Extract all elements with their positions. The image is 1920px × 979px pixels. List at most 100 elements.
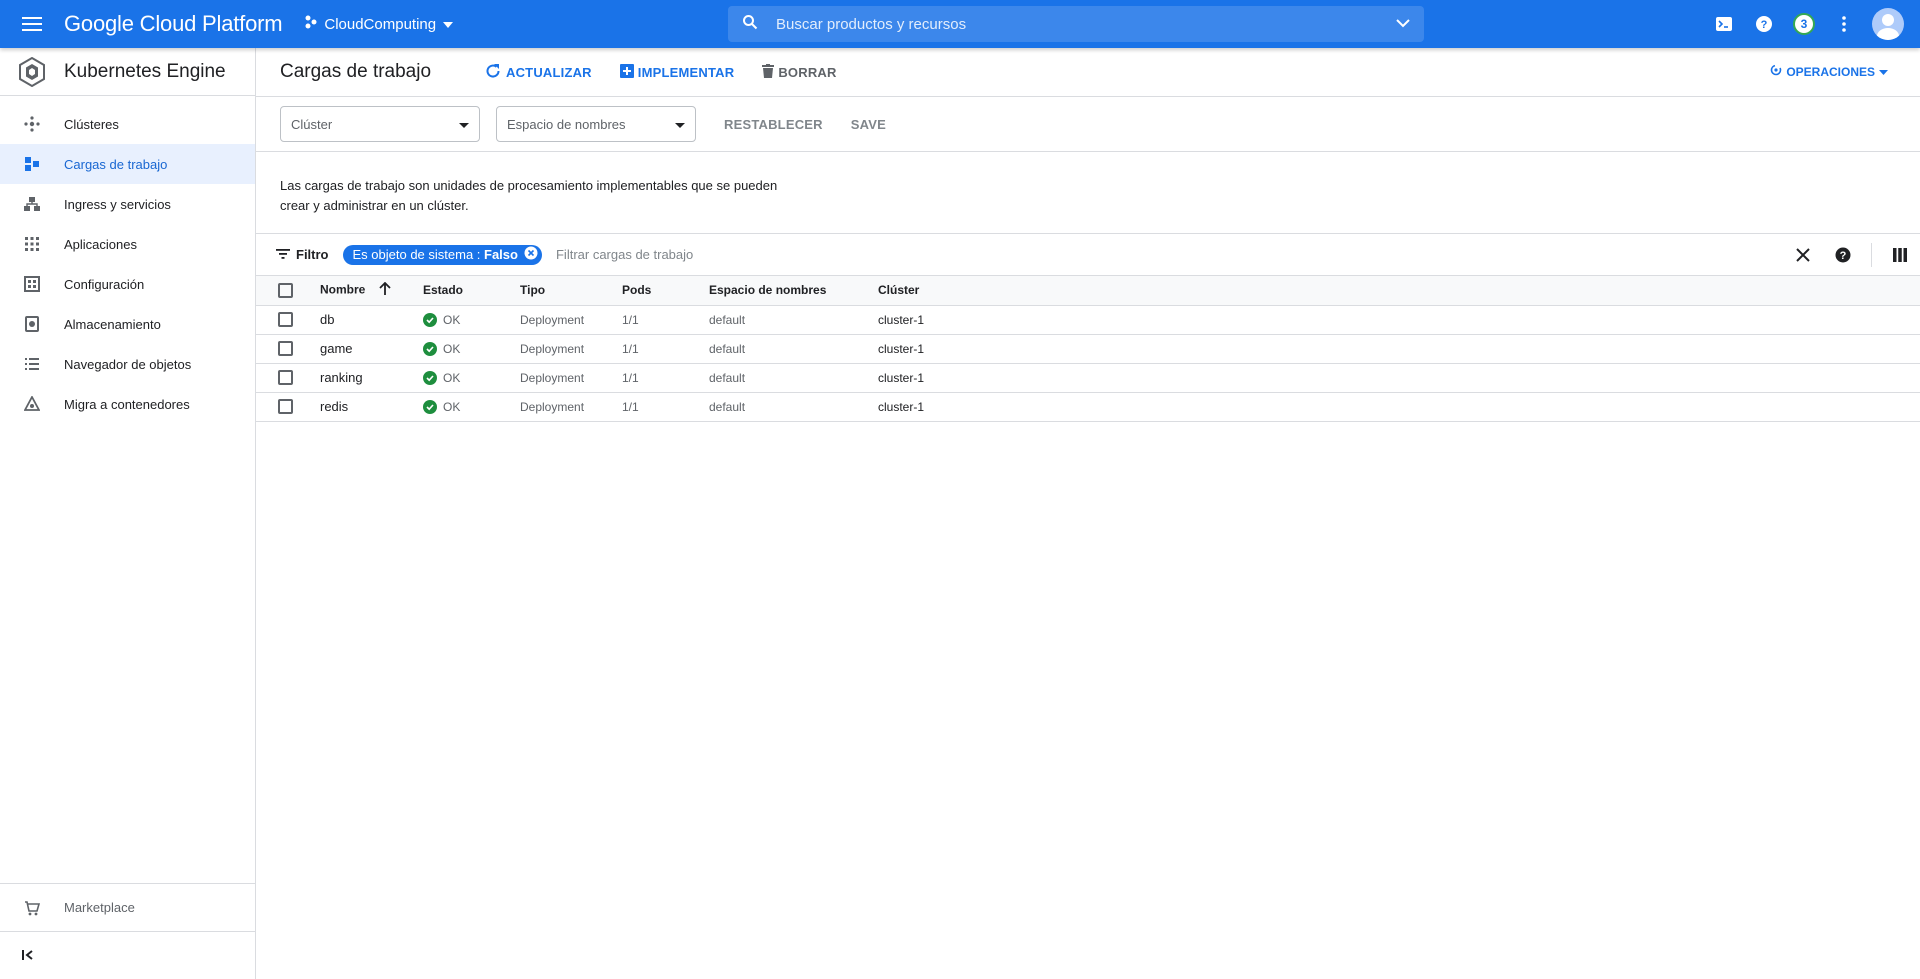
table-row[interactable]: db OK Deployment 1/1 default cluster-1 xyxy=(256,305,1920,335)
trash-icon xyxy=(762,63,775,81)
more-vert-icon[interactable] xyxy=(1824,4,1864,44)
workload-name-link[interactable]: db xyxy=(320,305,423,335)
sidebar-item-workloads[interactable]: Cargas de trabajo xyxy=(0,144,255,184)
row-checkbox-cell xyxy=(256,305,320,335)
apps-icon xyxy=(0,236,64,252)
refresh-button[interactable]: ACTUALIZAR xyxy=(484,62,592,83)
help-icon[interactable]: ? xyxy=(1744,4,1784,44)
sort-arrow-up-icon[interactable] xyxy=(379,281,391,299)
column-display-icon[interactable] xyxy=(1880,235,1920,275)
clear-filter-icon[interactable] xyxy=(1783,235,1823,275)
check-circle-icon xyxy=(423,341,437,356)
check-circle-icon xyxy=(423,312,437,327)
product-title: Kubernetes Engine xyxy=(64,60,226,82)
operations-label: OPERACIONES xyxy=(1786,64,1875,79)
type-cell: Deployment xyxy=(520,305,622,335)
check-circle-icon xyxy=(423,370,437,385)
column-header-cluster[interactable]: Clúster xyxy=(878,276,1920,306)
column-header-pods[interactable]: Pods xyxy=(622,276,709,306)
pods-cell: 1/1 xyxy=(622,363,709,393)
operations-button[interactable]: OPERACIONES xyxy=(1770,64,1888,79)
pods-cell: 1/1 xyxy=(622,392,709,422)
cluster-select[interactable]: Clúster xyxy=(280,106,480,142)
project-selector[interactable]: CloudComputing xyxy=(304,15,454,33)
deploy-label: IMPLEMENTAR xyxy=(637,64,735,80)
sidebar-item-migrate[interactable]: Migra a contenedores xyxy=(0,384,255,424)
table-row[interactable]: game OK Deployment 1/1 default cluster-1 xyxy=(256,334,1920,364)
workload-name-link[interactable]: game xyxy=(320,334,423,364)
brand-logo[interactable]: Google Cloud Platform xyxy=(64,11,283,37)
search-icon xyxy=(742,14,758,35)
row-checkbox[interactable] xyxy=(278,399,293,415)
sidebar-item-label: Migra a contenedores xyxy=(64,396,190,412)
storage-icon xyxy=(0,316,64,332)
namespace-select-label: Espacio de nombres xyxy=(507,116,626,132)
status-cell: OK xyxy=(423,334,520,364)
marketplace-label: Marketplace xyxy=(64,900,135,915)
row-checkbox[interactable] xyxy=(278,312,293,328)
migrate-icon xyxy=(0,396,64,412)
sidebar-item-label: Almacenamiento xyxy=(64,316,161,332)
cluster-link[interactable]: cluster-1 xyxy=(878,334,1920,364)
type-cell: Deployment xyxy=(520,392,622,422)
save-button[interactable]: SAVE xyxy=(851,117,886,132)
filter-help-icon[interactable]: ? xyxy=(1823,235,1863,275)
workload-name-link[interactable]: ranking xyxy=(320,363,423,393)
collapse-icon xyxy=(22,947,34,965)
sidebar-item-clusters[interactable]: Clústeres xyxy=(0,104,255,144)
column-header-namespace[interactable]: Espacio de nombres xyxy=(709,276,878,306)
filter-button[interactable]: Filtro xyxy=(276,247,329,262)
sidebar-nav: Clústeres Cargas de trabajo Ingress y se… xyxy=(0,104,255,424)
namespace-select[interactable]: Espacio de nombres xyxy=(496,106,696,142)
sidebar-item-label: Clústeres xyxy=(64,116,119,132)
deploy-button[interactable]: IMPLEMENTAR xyxy=(619,63,735,81)
cloud-shell-icon[interactable] xyxy=(1704,4,1744,44)
sidebar-item-storage[interactable]: Almacenamiento xyxy=(0,304,255,344)
cluster-link[interactable]: cluster-1 xyxy=(878,392,1920,422)
search-bar[interactable] xyxy=(728,6,1424,42)
type-cell: Deployment xyxy=(520,363,622,393)
divider xyxy=(1871,243,1872,267)
column-header-status[interactable]: Estado xyxy=(423,276,520,306)
notifications-badge[interactable]: 3 xyxy=(1784,4,1824,44)
workload-name-link[interactable]: redis xyxy=(320,392,423,422)
expand-search-icon[interactable] xyxy=(1396,15,1410,33)
chevron-down-icon xyxy=(442,16,454,33)
avatar[interactable] xyxy=(1872,8,1904,40)
filter-chip-key: Es objeto de sistema : xyxy=(352,247,485,262)
filter-chip[interactable]: Es objeto de sistema : Falso xyxy=(342,244,542,265)
cluster-link[interactable]: cluster-1 xyxy=(878,305,1920,335)
type-cell: Deployment xyxy=(520,334,622,364)
project-icon xyxy=(304,15,318,33)
remove-chip-icon[interactable] xyxy=(524,246,538,263)
collapse-sidebar-button[interactable] xyxy=(0,931,255,979)
sidebar-item-services[interactable]: Ingress y servicios xyxy=(0,184,255,224)
sidebar-item-configuration[interactable]: Configuración xyxy=(0,264,255,304)
table-header-row: Nombre Estado Tipo Pods Espacio de nombr… xyxy=(256,276,1920,306)
filter-input[interactable] xyxy=(555,247,856,262)
workloads-icon xyxy=(0,156,64,172)
row-checkbox[interactable] xyxy=(278,341,293,357)
row-checkbox[interactable] xyxy=(278,370,293,386)
column-header-type[interactable]: Tipo xyxy=(520,276,622,306)
table-row[interactable]: redis OK Deployment 1/1 default cluster-… xyxy=(256,392,1920,422)
sidebar-item-marketplace[interactable]: Marketplace xyxy=(0,883,255,931)
sidebar-item-applications[interactable]: Aplicaciones xyxy=(0,224,255,264)
select-all-checkbox[interactable] xyxy=(278,282,293,298)
sidebar-item-object-browser[interactable]: Navegador de objetos xyxy=(0,344,255,384)
search-input[interactable] xyxy=(776,15,1396,33)
refresh-label: ACTUALIZAR xyxy=(506,64,592,80)
reset-button[interactable]: RESTABLECER xyxy=(724,117,823,132)
cart-icon xyxy=(0,900,64,916)
cluster-link[interactable]: cluster-1 xyxy=(878,363,1920,393)
cluster-select-label: Clúster xyxy=(291,116,333,132)
column-header-label: Nombre xyxy=(320,282,366,297)
table-row[interactable]: ranking OK Deployment 1/1 default cluste… xyxy=(256,363,1920,393)
column-header-name[interactable]: Nombre xyxy=(320,276,423,306)
menu-icon[interactable] xyxy=(0,0,64,48)
delete-label: BORRAR xyxy=(778,64,837,80)
project-name: CloudComputing xyxy=(324,15,437,33)
delete-button[interactable]: BORRAR xyxy=(762,63,837,81)
config-icon xyxy=(0,276,64,292)
object-browser-icon xyxy=(0,356,64,372)
